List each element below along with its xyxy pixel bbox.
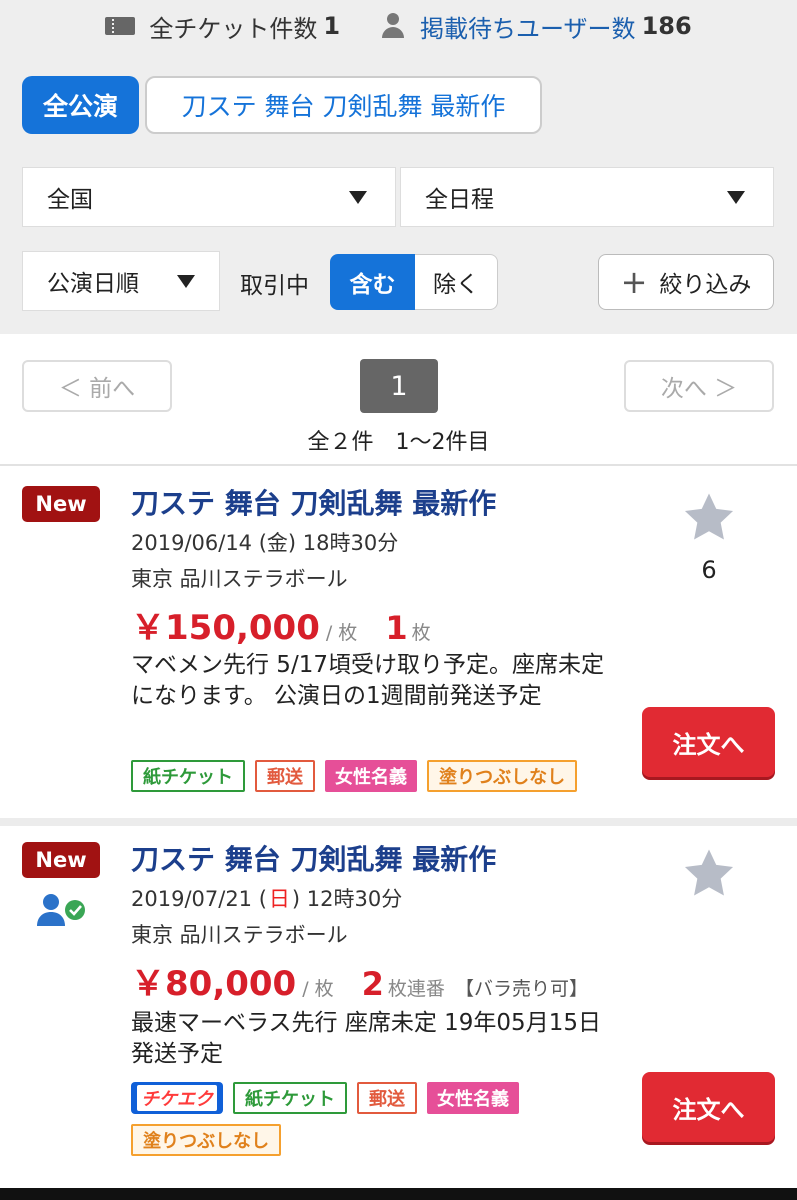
quantity: 1 xyxy=(385,609,408,647)
tag-mail: 郵送 xyxy=(255,760,315,792)
listing-venue: 東京 品川ステラボール xyxy=(131,567,348,591)
ticket-icon xyxy=(105,17,136,35)
area-select-value: 全国 xyxy=(47,187,93,213)
chevron-down-icon xyxy=(349,191,367,204)
price-row: ￥80,000 / 枚 2 枚連番 【バラ売り可】 xyxy=(131,956,588,1005)
listing-note: マベメン先行 5/17頃受け取り予定。座席未定になります。 公演日の1週間前発送… xyxy=(131,652,604,709)
ticket-count-group: 全チケット件数 1 xyxy=(105,9,340,44)
result-summary: 全２件 1〜2件目 xyxy=(307,430,490,455)
price-row: ￥150,000 / 枚 1 枚 xyxy=(131,600,431,649)
price-unit: / 枚 xyxy=(325,622,358,644)
tag-paper-ticket: 紙チケット xyxy=(233,1082,347,1114)
top-stats-bar: 全チケット件数 1 掲載待ちユーザー数 186 xyxy=(0,0,797,52)
refine-button[interactable]: + 絞り込み xyxy=(598,254,774,310)
listing-date: 2019/07/21 (日) 12時30分 xyxy=(131,887,403,911)
waiting-users-link[interactable]: 掲載待ちユーザー数 xyxy=(420,9,636,44)
tag-female-name: 女性名義 xyxy=(427,1082,519,1114)
divider xyxy=(0,818,797,826)
exclude-toggle[interactable]: 除く xyxy=(415,254,498,310)
new-badge: New xyxy=(22,486,100,522)
schedule-select-value: 全日程 xyxy=(425,187,494,213)
listing-title[interactable]: 刀ステ 舞台 刀剣乱舞 最新作 xyxy=(131,482,496,522)
listing-venue: 東京 品川ステラボール xyxy=(131,923,348,947)
refine-label: 絞り込み xyxy=(659,272,752,298)
divider xyxy=(0,464,797,466)
weekday: 日 xyxy=(268,887,290,911)
tag-list: 紙チケット 郵送 女性名義 塗りつぶしなし xyxy=(131,760,611,792)
filter-panel: 全公演 刀ステ 舞台 刀剣乱舞 最新作 全国 全日程 公演日順 取引中 含む 除… xyxy=(0,52,797,334)
plus-icon: + xyxy=(620,263,648,301)
listing-date: 2019/06/14 (金) 18時30分 xyxy=(131,531,399,555)
current-page[interactable]: 1 xyxy=(360,359,438,413)
listing-note: 最速マーベラス先行 座席未定 19年05月15日発送予定 xyxy=(131,1010,601,1067)
include-toggle[interactable]: 含む xyxy=(330,254,415,310)
ticket-count-label: 全チケット件数 xyxy=(149,14,318,43)
keyword-chip[interactable]: 刀ステ 舞台 刀剣乱舞 最新作 xyxy=(145,76,542,134)
quantity-unit: 枚 xyxy=(411,622,431,644)
sort-select-value: 公演日順 xyxy=(47,271,139,297)
sort-select[interactable]: 公演日順 xyxy=(22,251,220,311)
split-sale-note: 【バラ売り可】 xyxy=(454,978,588,1000)
bottom-edge xyxy=(0,1188,797,1200)
next-page-button[interactable]: 次へ ＞ xyxy=(624,360,774,412)
star-icon[interactable] xyxy=(680,490,738,546)
verified-user-icon xyxy=(37,894,85,926)
in-trade-label: 取引中 xyxy=(240,273,309,299)
tag-female-name: 女性名義 xyxy=(325,760,417,792)
order-button[interactable]: 注文へ xyxy=(642,707,775,777)
chevron-down-icon xyxy=(177,275,195,288)
chevron-down-icon xyxy=(727,191,745,204)
tag-paper-ticket: 紙チケット xyxy=(131,760,245,792)
star-icon[interactable] xyxy=(680,846,738,902)
quantity-unit: 枚連番 xyxy=(387,978,445,1000)
chikeeku-logo: チケエク xyxy=(131,1082,223,1114)
ticket-count-value: 1 xyxy=(323,12,341,40)
all-performances-chip[interactable]: 全公演 xyxy=(22,76,139,134)
tag-list: チケエク 紙チケット 郵送 女性名義 塗りつぶしなし xyxy=(131,1082,611,1156)
waiting-users-count: 186 xyxy=(641,12,692,40)
price-unit: / 枚 xyxy=(302,978,334,1000)
tag-no-blackout: 塗りつぶしなし xyxy=(131,1124,282,1156)
favorite-count: 6 xyxy=(701,556,717,584)
tag-mail: 郵送 xyxy=(357,1082,417,1114)
price: ￥80,000 xyxy=(131,964,297,1004)
waiting-users-group[interactable]: 掲載待ちユーザー数 186 xyxy=(380,9,692,44)
price: ￥150,000 xyxy=(131,608,320,648)
user-icon xyxy=(380,13,406,39)
order-button[interactable]: 注文へ xyxy=(642,1072,775,1142)
schedule-select[interactable]: 全日程 xyxy=(400,167,774,227)
quantity: 2 xyxy=(361,965,384,1003)
listing-title[interactable]: 刀ステ 舞台 刀剣乱舞 最新作 xyxy=(131,838,496,878)
weekday: 金 xyxy=(266,531,288,555)
prev-page-button[interactable]: ＜ 前へ xyxy=(22,360,172,412)
tag-no-blackout: 塗りつぶしなし xyxy=(427,760,578,792)
area-select[interactable]: 全国 xyxy=(22,167,396,227)
new-badge: New xyxy=(22,842,100,878)
